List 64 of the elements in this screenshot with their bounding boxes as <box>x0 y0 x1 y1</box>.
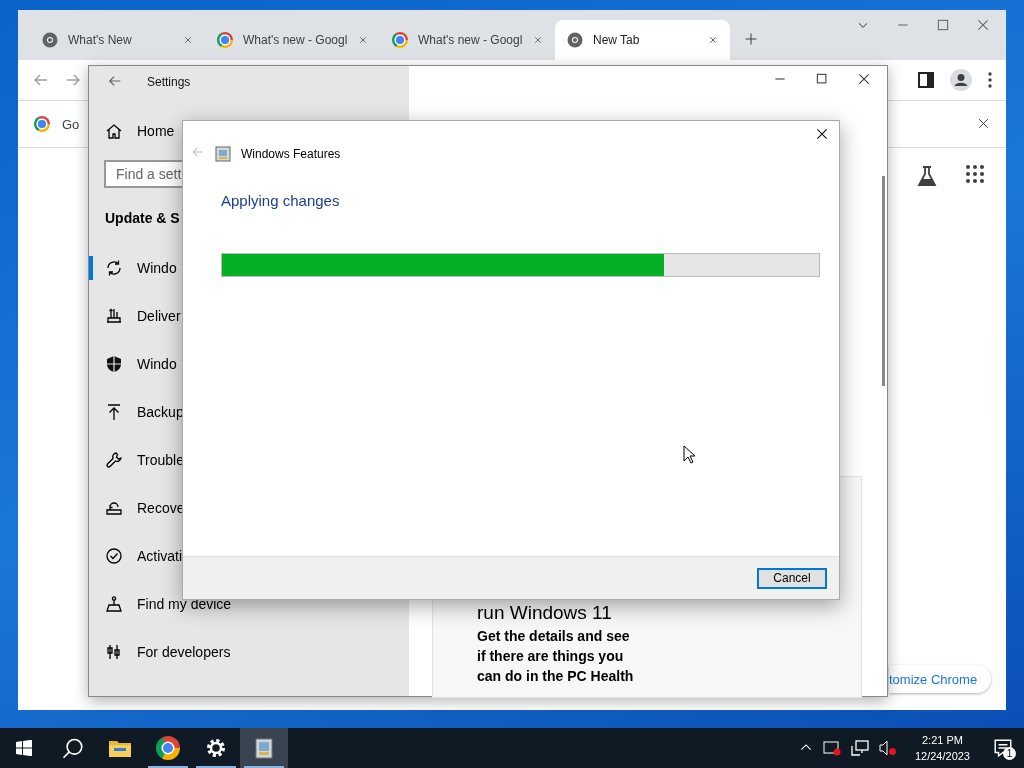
person-pin-icon <box>105 595 123 613</box>
section-heading: Update & S <box>105 210 180 226</box>
cursor-icon <box>683 445 695 464</box>
wrench-icon <box>105 451 123 469</box>
close-icon <box>708 35 718 45</box>
chrome-icon <box>217 32 233 48</box>
flask-icon[interactable] <box>916 165 938 187</box>
side-panel-icon[interactable] <box>918 72 934 88</box>
plus-icon <box>744 32 758 46</box>
chrome-icon <box>34 116 50 132</box>
cancel-button[interactable]: Cancel <box>757 567 827 589</box>
close-icon <box>976 18 990 32</box>
maximize-icon <box>815 72 829 86</box>
shield-icon <box>105 355 123 373</box>
back-arrow-icon <box>191 145 205 159</box>
status-text: Applying changes <box>221 192 341 209</box>
chrome-icon <box>42 32 58 48</box>
maximize-icon <box>936 18 950 32</box>
dialog-title: Windows Features <box>241 146 341 161</box>
search-icon <box>61 737 83 759</box>
message-icon <box>993 738 1013 758</box>
features-icon <box>215 145 231 162</box>
notification-button[interactable]: 1 <box>988 733 1018 763</box>
close-icon <box>977 116 990 130</box>
menu-icon[interactable] <box>988 72 992 88</box>
gear-icon <box>205 737 227 759</box>
close-icon <box>815 127 829 141</box>
chrome-icon <box>156 736 180 760</box>
nav-item[interactable]: For developers <box>89 628 409 676</box>
taskbar-app[interactable] <box>240 728 288 768</box>
browser-tab[interactable]: What's new - Googl <box>380 20 555 60</box>
clock-time[interactable]: 2:21 PM <box>922 732 963 748</box>
upload-arrow-icon <box>105 403 123 421</box>
browser-tab[interactable]: New Tab <box>555 20 730 60</box>
browser-tab[interactable]: What's new - Googl <box>205 20 380 60</box>
notification-count: 1 <box>1003 747 1016 760</box>
close-icon <box>533 35 543 45</box>
customize-chrome-button[interactable]: tomize Chrome <box>889 665 992 693</box>
profile-icon[interactable] <box>950 69 972 91</box>
network-icon <box>850 739 869 757</box>
security-icon <box>822 740 841 756</box>
home-icon <box>105 122 123 140</box>
folder-icon <box>109 739 131 757</box>
recovery-icon <box>105 499 123 517</box>
features-icon <box>254 737 274 759</box>
close-icon <box>358 35 368 45</box>
windows-logo-icon <box>16 740 32 756</box>
check-circle-icon <box>105 547 123 565</box>
card-text: Get the details and see if there are things you can do in the PC Health <box>477 627 635 686</box>
chrome-icon <box>567 32 583 48</box>
refresh-icon <box>105 259 123 277</box>
apps-grid-icon[interactable] <box>966 165 984 183</box>
close-icon <box>183 35 193 45</box>
speaker-muted-icon <box>878 740 897 756</box>
home-link[interactable]: Home <box>137 123 175 139</box>
bookmark-label[interactable]: Go <box>62 116 80 132</box>
clock-date[interactable]: 12/24/2023 <box>914 748 970 764</box>
close-icon <box>857 72 871 86</box>
card-heading: run Windows 11 <box>477 602 613 624</box>
tools-icon <box>105 643 123 661</box>
browser-tab[interactable]: What's New <box>30 20 205 60</box>
window-title: Settings <box>147 75 191 89</box>
chrome-icon <box>392 32 408 48</box>
upload-tray-icon <box>105 307 123 325</box>
